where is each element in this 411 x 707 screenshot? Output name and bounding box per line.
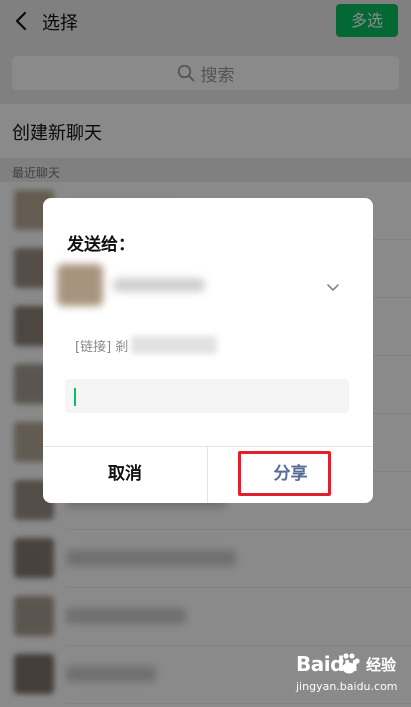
recipient-avatar — [57, 264, 103, 306]
link-title-blurred — [131, 336, 217, 354]
message-input[interactable] — [65, 379, 349, 413]
watermark-url: jingyan.baidu.com — [296, 680, 398, 693]
share-button-highlight — [238, 451, 331, 496]
baidu-jingyan-watermark: Baidu 经验 jingyan.baidu.com — [292, 650, 404, 702]
watermark-brand-cn: 经验 — [366, 656, 397, 674]
paw-logo-icon — [338, 653, 360, 674]
recipient-name-blurred — [113, 278, 205, 292]
text-cursor — [74, 388, 76, 406]
dialog-title: 发送给： — [67, 235, 135, 255]
shared-link-preview: [链接] 剎 — [75, 340, 129, 355]
cancel-button[interactable]: 取消 — [43, 447, 207, 503]
chevron-down-icon[interactable] — [326, 280, 340, 294]
